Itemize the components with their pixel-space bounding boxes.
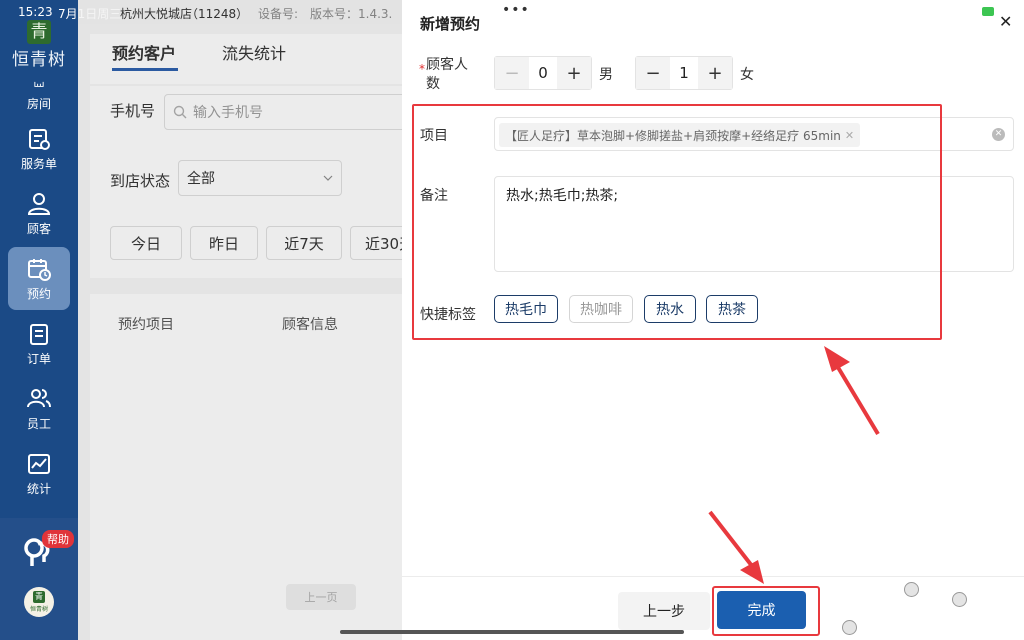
highlight-box-form bbox=[412, 104, 942, 340]
touch-dot bbox=[842, 620, 857, 635]
male-plus-button[interactable]: + bbox=[557, 57, 591, 89]
staff-icon bbox=[27, 388, 51, 407]
female-count-value[interactable]: 1 bbox=[670, 57, 698, 89]
sidebar-item-label: 服务单 bbox=[20, 156, 57, 171]
sidebar-item-service-orders[interactable]: 服务单 bbox=[0, 116, 78, 181]
sidebar-item-staff[interactable]: 员工 bbox=[0, 376, 78, 441]
calendar-clock-icon bbox=[28, 258, 51, 281]
male-label: 男 bbox=[599, 67, 613, 83]
brand-name: 恒青树 bbox=[12, 50, 66, 70]
sidebar-item-rooms[interactable]: 房间 bbox=[0, 80, 78, 116]
service-order-icon bbox=[29, 128, 50, 150]
sidebar-item-label: 房间 bbox=[26, 97, 51, 111]
close-icon[interactable]: ✕ bbox=[999, 12, 1012, 31]
male-count-value[interactable]: 0 bbox=[529, 57, 557, 89]
avatar-mark-icon: 青 bbox=[33, 591, 45, 603]
sidebar-item-appointments[interactable]: 预约 bbox=[0, 246, 78, 311]
required-mark: * bbox=[419, 62, 425, 76]
sidebar-item-orders[interactable]: 订单 bbox=[0, 311, 78, 376]
highlight-box-done bbox=[712, 586, 820, 636]
touch-dot bbox=[904, 582, 919, 597]
footer-divider bbox=[402, 576, 1024, 577]
home-indicator[interactable] bbox=[340, 630, 684, 634]
sidebar-item-statistics[interactable]: 统计 bbox=[0, 441, 78, 506]
avatar[interactable]: 青 恒青树 bbox=[24, 587, 54, 617]
sidebar-nav: 房间 服务单 顾客 预约 订单 员工 统计 bbox=[0, 80, 78, 506]
brand-logo: 青 恒青树 bbox=[0, 20, 78, 72]
guest-count-label: 顾客人数 bbox=[426, 57, 468, 92]
avatar-text: 恒青树 bbox=[29, 606, 48, 613]
chart-icon bbox=[28, 453, 50, 474]
battery-icon bbox=[982, 7, 994, 16]
clear-icon[interactable]: ✕ bbox=[992, 128, 1005, 141]
sidebar: 青 恒青树 房间 服务单 顾客 预约 订单 员工 统计 帮助 青 恒青树 bbox=[0, 0, 78, 640]
help-badge[interactable]: 帮助 bbox=[42, 530, 74, 548]
sidebar-item-label: 员工 bbox=[26, 416, 51, 431]
male-minus-button[interactable]: − bbox=[495, 57, 529, 89]
modal-overlay[interactable] bbox=[78, 0, 402, 640]
drawer-title: 新增预约 bbox=[420, 15, 481, 33]
female-minus-button[interactable]: − bbox=[636, 57, 670, 89]
female-count-stepper: − 1 + bbox=[635, 56, 733, 90]
male-count-stepper: − 0 + bbox=[494, 56, 592, 90]
touch-dot bbox=[952, 592, 967, 607]
sidebar-item-label: 统计 bbox=[26, 481, 51, 496]
status-time: 15:23 bbox=[18, 5, 53, 19]
more-dots-icon[interactable]: ••• bbox=[502, 2, 530, 18]
sidebar-item-label: 顾客 bbox=[26, 221, 51, 236]
female-label: 女 bbox=[740, 67, 754, 83]
sidebar-item-label: 订单 bbox=[26, 351, 51, 366]
sidebar-item-customers[interactable]: 顾客 bbox=[0, 181, 78, 246]
female-plus-button[interactable]: + bbox=[698, 57, 732, 89]
user-icon bbox=[27, 192, 51, 215]
order-icon bbox=[30, 323, 48, 345]
sidebar-item-label: 预约 bbox=[26, 286, 51, 301]
previous-step-button[interactable]: 上一步 bbox=[618, 592, 710, 630]
room-icon bbox=[34, 81, 44, 87]
